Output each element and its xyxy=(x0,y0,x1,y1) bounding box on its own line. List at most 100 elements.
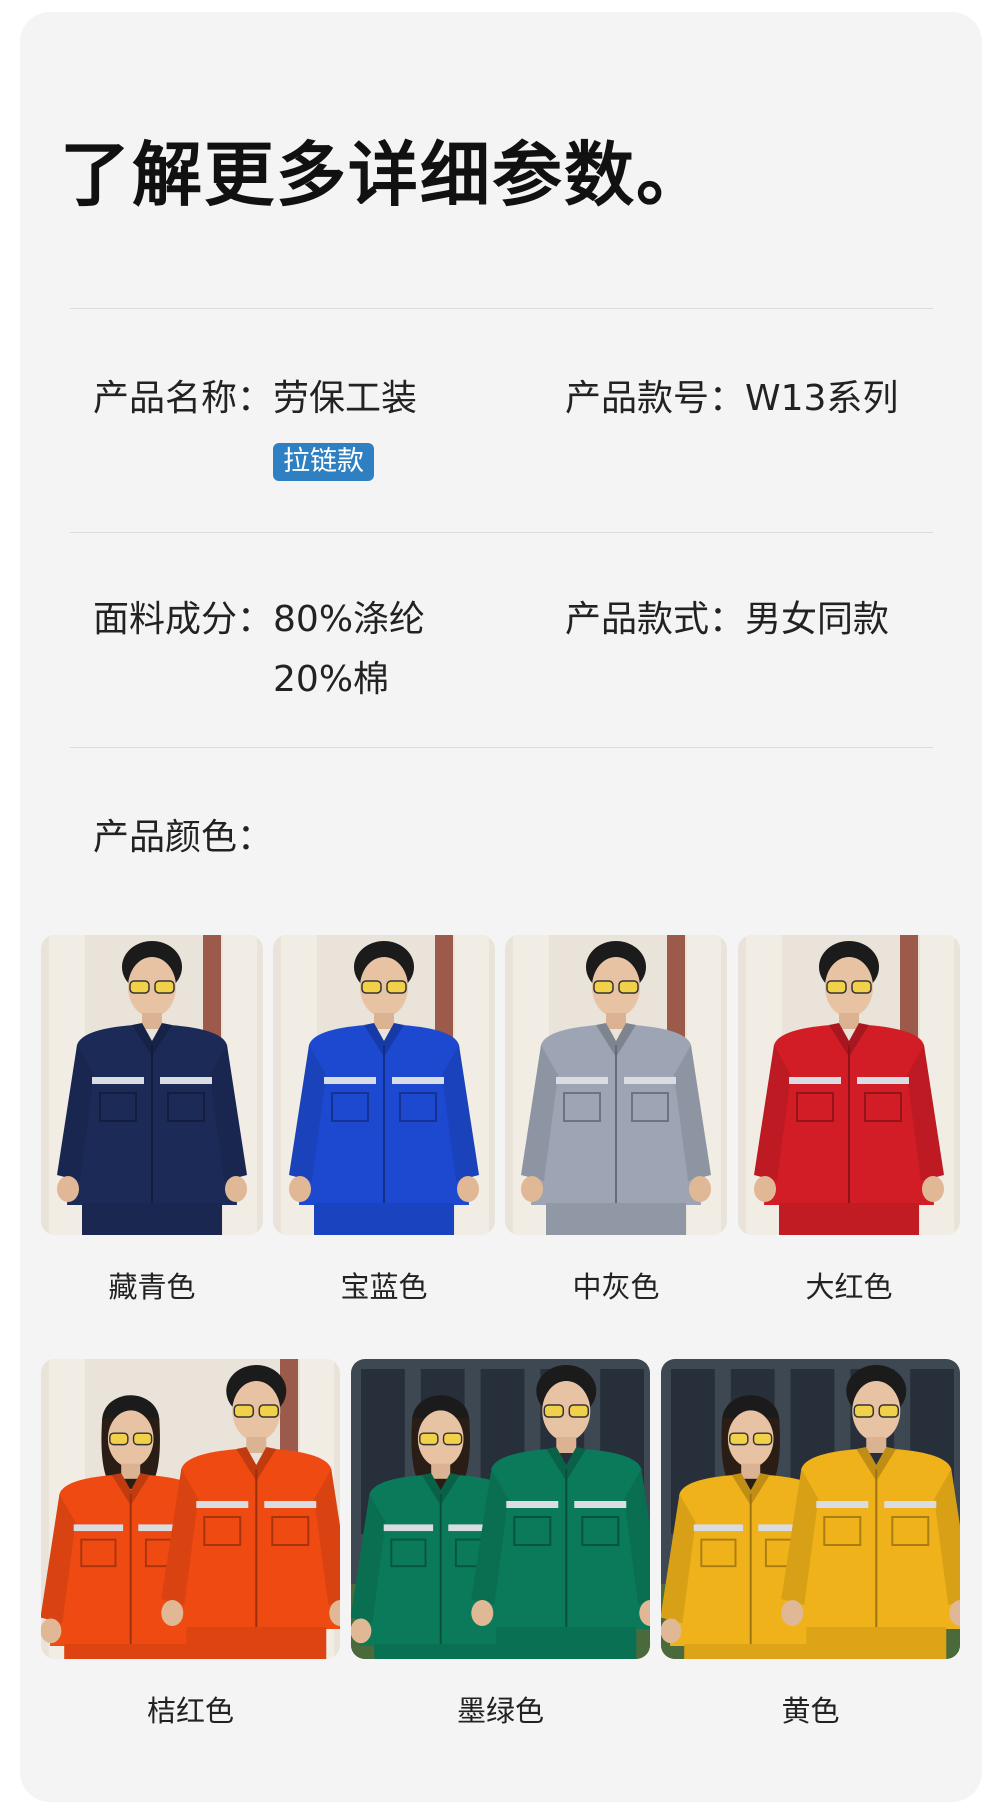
glasses xyxy=(258,1404,280,1418)
glasses xyxy=(419,1432,439,1446)
trousers xyxy=(82,1203,222,1235)
swatch-photo[interactable] xyxy=(505,935,727,1235)
spec-style: 产品款式：男女同款 xyxy=(565,590,889,650)
page-title: 了解更多详细参数。 xyxy=(60,134,708,216)
glasses xyxy=(851,980,872,994)
glasses xyxy=(826,980,847,994)
swatch-photo[interactable] xyxy=(661,1359,960,1659)
fabric-line: 80%涤纶 xyxy=(273,599,426,640)
swatch-caption: 黄色 xyxy=(781,1694,840,1728)
swatch-photo[interactable] xyxy=(351,1359,650,1659)
reflective-strip xyxy=(92,1077,144,1084)
neck xyxy=(431,1463,451,1479)
reflective-strip xyxy=(556,1077,608,1084)
reflective-strip xyxy=(789,1077,841,1084)
trousers xyxy=(64,1644,198,1659)
spec-value: W13系列 xyxy=(745,378,899,419)
hand xyxy=(661,1618,682,1644)
neck xyxy=(246,1437,267,1453)
spec-label: 产品款式： xyxy=(565,599,746,640)
glasses xyxy=(593,980,614,994)
swatch-illustration xyxy=(273,935,495,1235)
neck xyxy=(556,1437,577,1453)
spec-value: 劳保工装 xyxy=(273,378,418,419)
reflective-strip xyxy=(160,1077,212,1084)
glasses xyxy=(129,980,150,994)
reflective-strip xyxy=(857,1077,909,1084)
glasses xyxy=(233,1404,255,1418)
glasses xyxy=(729,1432,749,1446)
swatch-photo[interactable] xyxy=(41,935,263,1235)
trousers xyxy=(186,1627,327,1659)
swatch-illustration xyxy=(351,1359,650,1659)
glasses xyxy=(386,980,407,994)
spec-label: 产品颜色： xyxy=(93,817,274,858)
glasses xyxy=(618,980,639,994)
swatch-caption: 桔红色 xyxy=(146,1694,234,1728)
glasses xyxy=(132,1432,153,1446)
hand xyxy=(922,1176,944,1202)
neck xyxy=(374,1013,394,1029)
swatch-caption: 墨绿色 xyxy=(456,1694,544,1728)
neck xyxy=(606,1013,626,1029)
zipper-style-badge: 拉链款 xyxy=(273,443,375,481)
swatch-caption: 中灰色 xyxy=(572,1270,660,1304)
spec-value: 男女同款 xyxy=(745,599,890,640)
reflective-strip xyxy=(624,1077,676,1084)
trousers xyxy=(779,1203,919,1235)
swatch-illustration xyxy=(738,935,960,1235)
hand xyxy=(754,1176,776,1202)
trousers xyxy=(546,1203,686,1235)
glasses xyxy=(568,1404,590,1418)
hand xyxy=(689,1176,711,1202)
reflective-strip xyxy=(73,1524,124,1532)
reflective-strip xyxy=(264,1501,317,1508)
hand xyxy=(457,1176,479,1202)
neck xyxy=(839,1013,859,1029)
spec-label: 产品名称： xyxy=(93,378,274,419)
trousers xyxy=(806,1627,947,1659)
swatch-photo[interactable] xyxy=(738,935,960,1235)
spec-card: 了解更多详细参数。 产品名称： 劳保工装 拉链款 产品款号：W13系列 面料成分… xyxy=(20,12,982,1802)
spec-product-name: 产品名称： 劳保工装 拉链款 xyxy=(93,369,417,489)
swatch-caption: 宝蓝色 xyxy=(340,1270,428,1304)
glasses xyxy=(853,1404,875,1418)
swatch-photo[interactable] xyxy=(41,1359,340,1659)
swatch-caption: 藏青色 xyxy=(108,1270,196,1304)
swatch-illustration xyxy=(661,1359,960,1659)
reflective-strip xyxy=(383,1524,434,1532)
reflective-strip xyxy=(324,1077,376,1084)
divider xyxy=(70,308,933,309)
glasses xyxy=(878,1404,900,1418)
reflective-strip xyxy=(693,1524,744,1532)
hand xyxy=(471,1600,494,1626)
reflective-strip xyxy=(392,1077,444,1084)
neck xyxy=(866,1437,887,1453)
glasses xyxy=(543,1404,565,1418)
neck xyxy=(121,1463,141,1479)
swatch-caption: 大红色 xyxy=(805,1270,893,1304)
fabric-line: 20%棉 xyxy=(273,659,390,700)
glasses xyxy=(442,1432,463,1446)
divider xyxy=(70,532,933,533)
hand xyxy=(57,1176,79,1202)
glasses xyxy=(752,1432,773,1446)
divider xyxy=(70,747,933,748)
swatch-photo[interactable] xyxy=(273,935,495,1235)
glasses xyxy=(109,1432,129,1446)
hand xyxy=(161,1600,184,1626)
trousers xyxy=(684,1644,818,1659)
reflective-strip xyxy=(506,1501,559,1508)
neck xyxy=(741,1463,761,1479)
reflective-strip xyxy=(196,1501,249,1508)
swatch-illustration xyxy=(41,935,263,1235)
spec-label: 面料成分： xyxy=(93,599,274,640)
swatch-illustration xyxy=(41,1359,340,1659)
trousers xyxy=(374,1644,508,1659)
trousers xyxy=(496,1627,637,1659)
spec-model-number: 产品款号：W13系列 xyxy=(565,369,898,429)
spec-fabric: 面料成分： 80%涤纶 20%棉 xyxy=(93,590,425,710)
neck xyxy=(142,1013,162,1029)
reflective-strip xyxy=(884,1501,937,1508)
hand xyxy=(289,1176,311,1202)
